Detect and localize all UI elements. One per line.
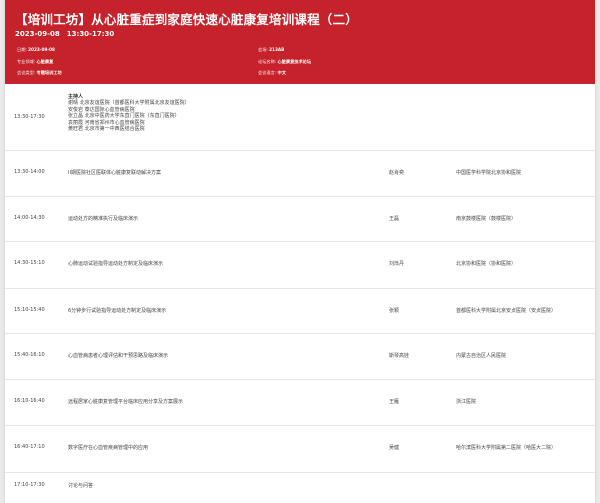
forum-meta: 论坛名称: 心脏康复技术论坛 <box>258 59 311 64</box>
row-time: 14:30-15:10 <box>14 260 45 266</box>
row-org: 浙江医院 <box>456 399 477 405</box>
row-speaker: 张颖 <box>389 308 400 314</box>
row-org: 南京鼓楼医院（鼓楼医院） <box>456 216 517 222</box>
schedule-row: 15:40-16:10 心血管病患者心理评估和干预思路及临床演示 斯琴高娃 内蒙… <box>5 334 595 380</box>
field-meta: 专业领域: 心脏康复 <box>17 59 53 64</box>
row-time: 13:30-14:00 <box>14 169 45 175</box>
field-value: 心脏康复 <box>36 59 54 64</box>
row-topic: 讨论与问答 <box>68 483 94 489</box>
date-meta: 日期: 2023-09-08 <box>17 47 55 52</box>
row-speaker: 赵肖奕 <box>389 170 405 176</box>
row-topic: 运动处方的精准执行及临床演示 <box>68 216 139 222</box>
chair-block: 主持人 谢晴 北京友谊医院（首都医科大学附属北京友谊医院） 安俊岩 泰达国际心血… <box>68 94 190 132</box>
schedule-row: 16:10-16:40 远程居家心脏康复管理平台临床应用分享及方案展示 王雁 浙… <box>5 380 595 426</box>
row-topic: 心肺运动试验指导运动处方制定及临床演示 <box>68 261 164 267</box>
row-time: 16:10-16:40 <box>14 398 45 404</box>
session-datetime: 2023-09-08 13:30-17:30 <box>15 30 115 38</box>
schedule-row: 14:00-14:30 运动处方的精准执行及临床演示 王磊 南京鼓楼医院（鼓楼医… <box>5 197 595 242</box>
row-time: 16:40-17:10 <box>14 444 45 450</box>
chair-line: 黄旺君 北京市第一中西医结合医院 <box>68 126 145 133</box>
field-label: 专业领域: <box>17 59 36 64</box>
row-speaker: 吴健 <box>389 445 400 451</box>
row-speaker: 斯琴高娃 <box>389 353 410 359</box>
schedule-row: 13:30-14:00 II期医院社区医联体心脏康复联动解决方案 赵肖奕 中国医… <box>5 151 595 197</box>
session-card: 【培训工坊】从心脏重症到家庭快速心脏康复培训课程（二） 2023-09-08 1… <box>5 0 595 503</box>
chair-row: 13:30-17:30 主持人 谢晴 北京友谊医院（首都医科大学附属北京友谊医院… <box>5 84 595 151</box>
schedule-row: 15:10-15:40 6分钟步行试验指导运动处方制定及临床演示 张颖 首都医科… <box>5 289 595 334</box>
forum-value: 心脏康复技术论坛 <box>277 59 312 64</box>
row-org: 哈尔滨医科大学附属第二医院（哈医大二院） <box>456 445 557 451</box>
row-speaker: 王磊 <box>389 216 400 222</box>
room-value: 213AB <box>269 47 285 52</box>
type-value: 专题培训工坊 <box>36 70 62 75</box>
forum-label: 论坛名称: <box>258 59 277 64</box>
row-time: 15:10-15:40 <box>14 307 45 313</box>
schedule-row: 17:10-17:30 讨论与问答 <box>5 473 595 503</box>
lang-label: 会议语言: <box>258 70 277 75</box>
type-label: 会议类型: <box>17 70 36 75</box>
row-speaker: 刘烁丹 <box>389 261 405 267</box>
row-org: 中国医学科学院北京协和医院 <box>456 170 522 176</box>
row-topic: 远程居家心脏康复管理平台临床应用分享及方案展示 <box>68 399 184 405</box>
row-org: 首都医科大学附属北京安贞医院（安贞医院） <box>456 308 557 314</box>
row-org: 内蒙古自治区人民医院 <box>456 353 507 359</box>
row-org: 北京协和医院（协和医院） <box>456 261 517 267</box>
type-meta: 会议类型: 专题培训工坊 <box>17 70 62 75</box>
chair-time: 13:30-17:30 <box>14 114 45 120</box>
lang-meta: 会议语言: 中文 <box>258 70 286 75</box>
row-speaker: 王雁 <box>389 399 400 405</box>
chair-line: 谢晴 北京友谊医院（首都医科大学附属北京友谊医院） <box>68 100 190 107</box>
room-label: 会场: <box>258 47 268 52</box>
row-topic: 6分钟步行试验指导运动处方制定及临床演示 <box>68 308 167 314</box>
schedule-row: 14:30-15:10 心肺运动试验指导运动处方制定及临床演示 刘烁丹 北京协和… <box>5 242 595 289</box>
chair-line: 张立晶 北京中医药大学东直门医院（东直门医院） <box>68 113 180 120</box>
row-time: 17:10-17:30 <box>14 482 45 488</box>
row-topic: 数字医疗在心血管疾病管理中的应用 <box>68 445 149 451</box>
session-title: 【培训工坊】从心脏重症到家庭快速心脏康复培训课程（二） <box>15 12 358 27</box>
row-time: 14:00-14:30 <box>14 215 45 221</box>
row-topic: 心血管病患者心理评估和干预思路及临床演示 <box>68 353 169 359</box>
date-label: 日期: <box>17 47 27 52</box>
date-value: 2023-09-08 <box>28 47 55 52</box>
row-topic: II期医院社区医联体心脏康复联动解决方案 <box>68 170 161 176</box>
schedule-list: 13:30-17:30 主持人 谢晴 北京友谊医院（首都医科大学附属北京友谊医院… <box>5 84 595 503</box>
session-header: 【培训工坊】从心脏重症到家庭快速心脏康复培训课程（二） 2023-09-08 1… <box>5 0 595 84</box>
row-time: 15:40-16:10 <box>14 352 45 358</box>
lang-value: 中文 <box>277 70 286 75</box>
schedule-row: 16:40-17:10 数字医疗在心血管疾病管理中的应用 吴健 哈尔滨医科大学附… <box>5 426 595 473</box>
room-meta: 会场: 213AB <box>258 47 284 52</box>
